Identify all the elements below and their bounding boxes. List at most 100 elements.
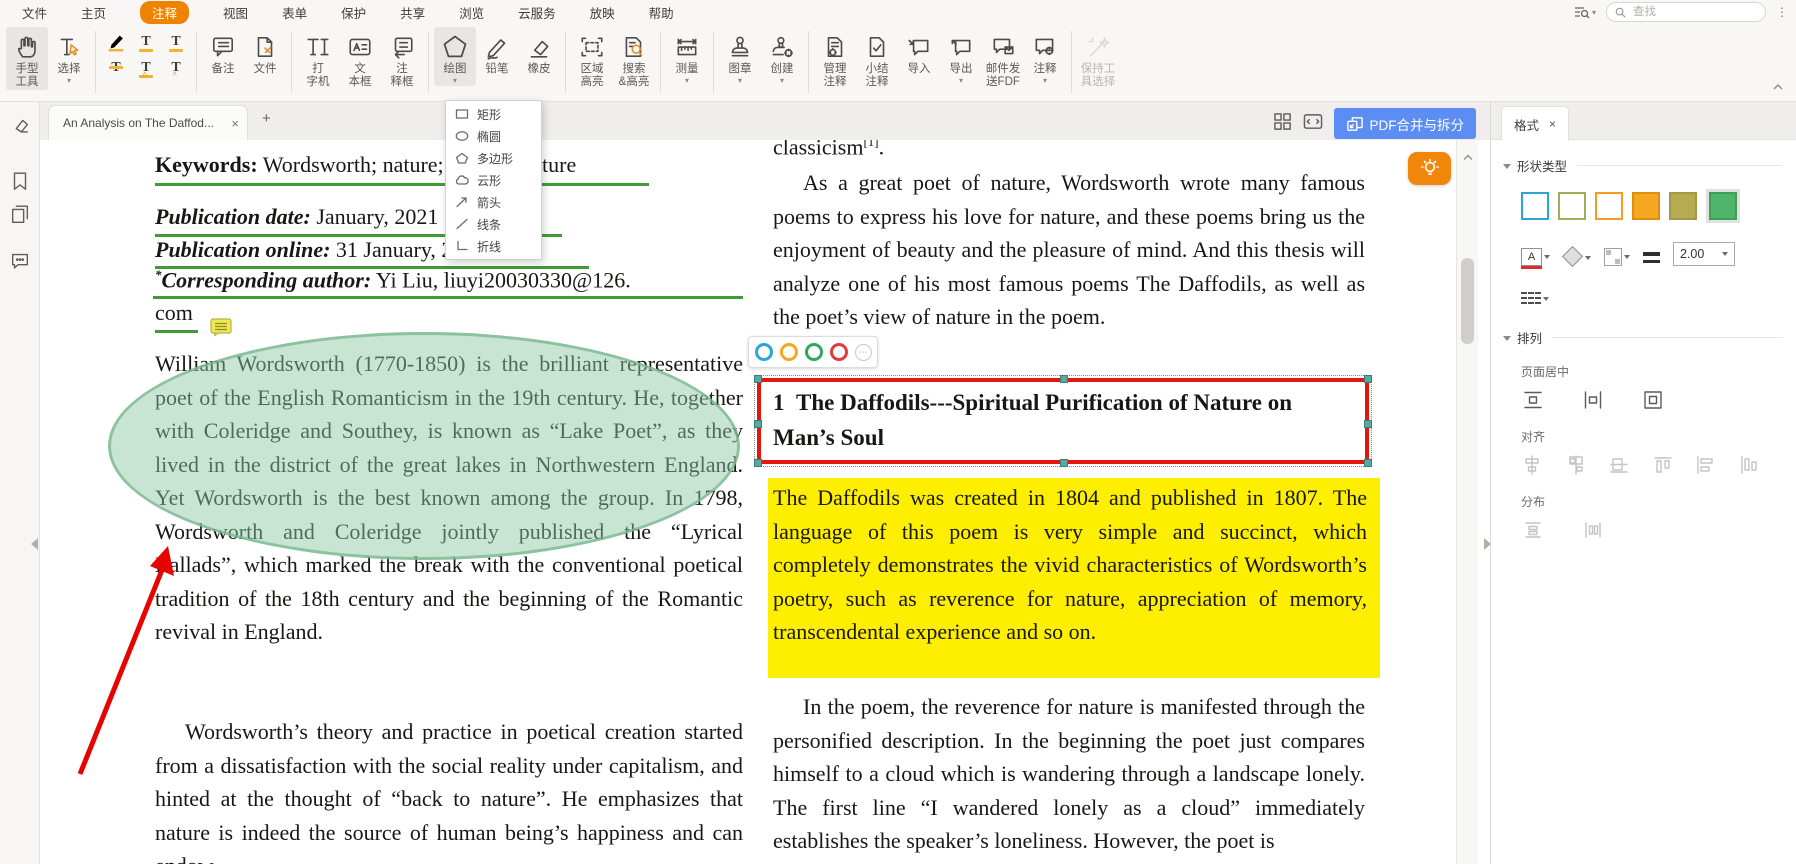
menu-item-arrow[interactable]: 箭头 [446,191,541,213]
bookmarks-icon[interactable] [9,170,31,192]
fill-color-button[interactable] [1563,249,1591,266]
measure-button[interactable]: 测量 ▾ [666,27,708,86]
menu-item-rectangle[interactable]: 矩形 [446,103,541,125]
pencil-button[interactable]: 铅笔 [476,27,518,77]
document-scrollbar[interactable] [1456,140,1478,864]
create-stamp-button[interactable]: 创建 ▾ [761,27,803,86]
search-highlight-button[interactable]: 搜索 &高亮 [613,27,655,90]
menu-home[interactable]: 主页 [81,3,106,22]
center-vertical-button[interactable] [1581,388,1605,412]
color-green-button[interactable] [805,343,823,361]
scroll-up-icon[interactable] [1462,148,1474,166]
hand-tool-button[interactable]: 手型 工具 [6,27,48,90]
squiggly-underline-icon[interactable]: T [161,29,191,55]
import-comments-button[interactable]: 导入 [898,27,940,77]
color-red-button[interactable] [830,343,848,361]
swatch-olive-fill[interactable] [1669,192,1697,220]
pdf-merge-split-button[interactable]: PDF合并与拆分 [1334,108,1477,139]
swatch-orange-fill[interactable] [1632,192,1660,220]
document-tab[interactable]: An Analysis on The Daffod... × [48,105,248,140]
find-input[interactable] [1631,5,1735,19]
replace-text-icon[interactable]: T^ [131,55,161,81]
line-width-select[interactable]: 2.00 [1673,242,1735,266]
resize-handle-e[interactable] [1364,420,1372,428]
arrange-section-header[interactable]: 排列 [1503,328,1782,347]
menu-browse[interactable]: 浏览 [459,3,484,22]
eraser-tool-icon[interactable] [9,114,31,136]
line-weight-button[interactable] [1643,252,1660,266]
tips-lightbulb-button[interactable] [1408,152,1451,185]
format-tab[interactable]: 格式 × [1501,106,1569,141]
menu-present[interactable]: 放映 [590,3,615,22]
color-blue-button[interactable] [755,343,773,361]
draw-button[interactable]: 绘图 ▾ [434,27,476,86]
menu-item-cloud[interactable]: 云形 [446,169,541,191]
menu-share[interactable]: 共享 [400,3,425,22]
resize-handle-s[interactable] [1060,459,1068,467]
menu-help[interactable]: 帮助 [649,3,674,22]
color-orange-button[interactable] [780,343,798,361]
tab-close-icon[interactable]: × [231,116,239,131]
menu-item-line[interactable]: 线条 [446,213,541,235]
resize-handle-n[interactable] [1060,375,1068,383]
green-underline-annotation[interactable] [153,296,743,299]
area-highlight-button[interactable]: 区域 高亮 [571,27,613,90]
panel-expand-handle[interactable] [1484,538,1491,550]
manage-comments-button[interactable]: 管理 注释 [814,27,856,90]
strikeout-icon[interactable]: T [101,55,131,81]
pages-icon[interactable] [9,203,31,225]
typewriter-button[interactable]: 打 字机 [297,27,339,90]
stamp-button[interactable]: 图章 ▾ [719,27,761,86]
center-both-button[interactable] [1641,388,1665,412]
select-tool-button[interactable]: 选择 ▾ [48,27,90,86]
green-underline-annotation[interactable] [155,183,649,186]
line-style-button[interactable] [1521,292,1549,306]
callout-button[interactable]: 注 释框 [381,27,423,90]
menu-item-polygon[interactable]: 多边形 [446,147,541,169]
swatch-blue-outline[interactable] [1521,192,1549,220]
resize-handle-sw[interactable] [754,459,762,467]
menu-form[interactable]: 表单 [282,3,307,22]
insert-text-icon[interactable]: T^ [161,55,191,81]
shape-type-section-header[interactable]: 形状类型 [1503,156,1782,175]
textbox-button[interactable]: 文 本框 [339,27,381,90]
yellow-highlight-annotation[interactable]: The Daffodils was created in 1804 and pu… [768,478,1380,678]
menu-cloud[interactable]: 云服务 [518,3,556,22]
resize-handle-ne[interactable] [1364,375,1372,383]
menu-file[interactable]: 文件 [22,3,47,22]
sidebar-collapse-handle[interactable] [31,538,38,550]
document-canvas[interactable]: Keywords: Wordsworth; nature; view of na… [40,140,1456,864]
comment-settings-button[interactable]: 注释 ▾ [1024,27,1066,86]
center-horizontal-button[interactable] [1521,388,1545,412]
menu-comment[interactable]: 注释 [140,1,189,24]
more-colors-button[interactable]: ⋯ [855,344,872,361]
opacity-button[interactable] [1604,248,1630,266]
scrollbar-thumb[interactable] [1461,258,1474,344]
eraser-button[interactable]: 橡皮 [518,27,560,77]
red-rectangle-annotation[interactable]: 1 The Daffodils---Spiritual Purification… [757,378,1369,464]
menu-item-polyline[interactable]: 折线 [446,235,541,257]
collapse-ribbon-icon[interactable] [1772,78,1784,96]
highlight-icon[interactable] [101,29,131,55]
menu-item-ellipse[interactable]: 椭圆 [446,125,541,147]
swatch-olive-outline[interactable] [1558,192,1586,220]
menu-view[interactable]: 视图 [223,3,248,22]
switch-view-icon[interactable] [1302,112,1324,136]
sticky-note-annotation[interactable] [210,318,232,337]
find-options-button[interactable]: ▾ [1574,5,1596,19]
green-ellipse-annotation[interactable] [108,332,740,560]
app-grid-icon[interactable] [1273,112,1292,136]
resize-handle-w[interactable] [754,420,762,428]
swatch-green-fill[interactable] [1709,192,1737,220]
format-close-icon[interactable]: × [1549,117,1556,131]
resize-handle-se[interactable] [1364,459,1372,467]
new-tab-button[interactable]: + [262,110,271,127]
summarize-comments-button[interactable]: 小结 注释 [856,27,898,90]
note-button[interactable]: 备注 [202,27,244,77]
menu-protect[interactable]: 保护 [341,3,366,22]
comments-panel-icon[interactable] [9,250,31,272]
export-comments-button[interactable]: 导出 ▾ [940,27,982,86]
red-arrow-annotation[interactable] [66,538,186,784]
green-underline-annotation[interactable] [155,330,198,333]
underline-icon[interactable]: T [131,29,161,55]
